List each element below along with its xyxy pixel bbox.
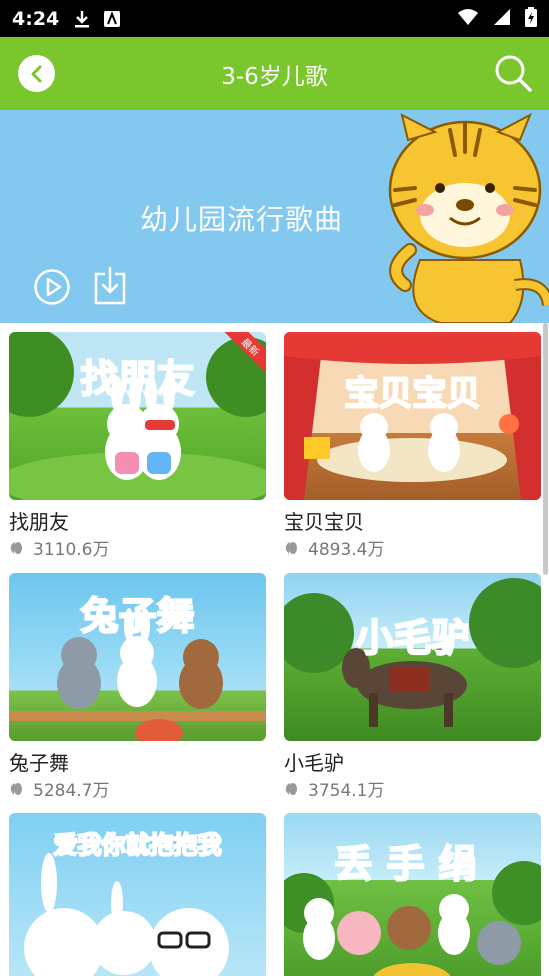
download-icon (94, 266, 126, 305)
song-thumbnail: 宝贝宝贝 (284, 332, 541, 500)
play-count: 5284.7万 (9, 776, 266, 801)
thumbnail-caption: 兔子舞 (79, 593, 195, 639)
play-count-value: 3110.6万 (33, 540, 110, 560)
play-all-button[interactable] (33, 268, 71, 310)
album-title: 幼儿园流行歌曲 (140, 203, 344, 236)
thumbnail-caption: 宝贝宝贝 (344, 373, 482, 415)
play-circle-icon (34, 269, 70, 305)
song-title: 找朋友 (9, 510, 69, 534)
tiger-mascot-illustration (388, 112, 549, 323)
thumbnail-caption: 找朋友 (79, 356, 195, 402)
song-grid: 找朋友 最新 找朋友 3110.6万 宝贝宝贝 宝贝宝贝 4893.4万 兔子舞… (0, 323, 549, 976)
search-icon (495, 55, 532, 92)
play-count: 3110.6万 (9, 535, 266, 560)
song-thumbnail: 找朋友 最新 (9, 332, 266, 500)
song-title: 小毛驴 (284, 751, 344, 775)
thumbnail-caption: 小毛驴 (354, 615, 470, 661)
app-notification-icon (103, 10, 121, 28)
headphones-icon (284, 540, 300, 556)
status-time: 4:24 (12, 7, 60, 30)
search-button[interactable] (493, 53, 533, 93)
battery-icon (525, 6, 537, 31)
thumbnail-caption: 丢手绢 (333, 841, 491, 887)
download-all-button[interactable] (93, 266, 127, 310)
headphones-icon (284, 781, 300, 797)
header-bar: 3-6岁儿歌 (0, 37, 549, 110)
play-count-value: 3754.1万 (308, 781, 385, 801)
download-status-icon (73, 9, 91, 29)
wifi-icon (457, 8, 479, 30)
play-count-value: 4893.4万 (308, 540, 385, 560)
song-title: 宝贝宝贝 (284, 510, 364, 534)
song-card[interactable]: 小毛驴 小毛驴 3754.1万 (284, 573, 541, 801)
back-button[interactable] (18, 55, 55, 92)
song-card[interactable]: 找朋友 最新 找朋友 3110.6万 (9, 332, 266, 560)
page-title: 3-6岁儿歌 (221, 63, 328, 90)
song-card[interactable]: 爱我你就抱抱我 (9, 813, 266, 976)
song-thumbnail: 小毛驴 (284, 573, 541, 741)
song-title: 兔子舞 (9, 751, 69, 775)
thumbnail-caption: 爱我你就抱抱我 (53, 830, 223, 860)
chevron-left-icon (31, 65, 41, 82)
headphones-icon (9, 540, 25, 556)
play-count: 3754.1万 (284, 776, 541, 801)
song-card[interactable]: 丢手绢 (284, 813, 541, 976)
play-count-value: 5284.7万 (33, 781, 110, 801)
album-banner: 幼儿园流行歌曲 (0, 110, 549, 323)
song-thumbnail: 丢手绢 (284, 813, 541, 976)
headphones-icon (9, 781, 25, 797)
song-card[interactable]: 宝贝宝贝 宝贝宝贝 4893.4万 (284, 332, 541, 560)
song-thumbnail: 兔子舞 (9, 573, 266, 741)
play-count: 4893.4万 (284, 535, 541, 560)
signal-icon (493, 8, 511, 30)
song-card[interactable]: 兔子舞 兔子舞 5284.7万 (9, 573, 266, 801)
scrollbar[interactable] (543, 323, 548, 575)
song-thumbnail: 爱我你就抱抱我 (9, 813, 266, 976)
status-bar: 4:24 (0, 0, 549, 37)
